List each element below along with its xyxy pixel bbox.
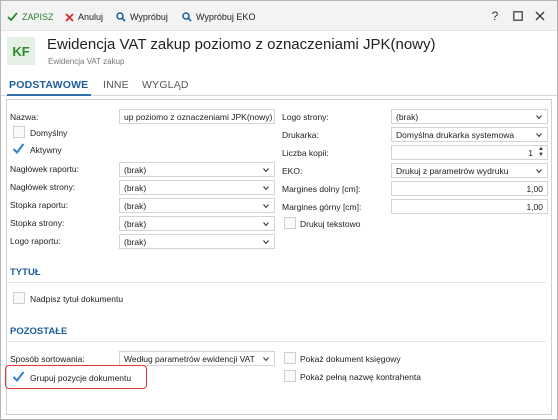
chevron-down-icon (263, 357, 269, 362)
chevron-down-icon (536, 115, 542, 120)
maximize-button[interactable] (510, 8, 526, 24)
test-eko-button[interactable]: Wypróbuj EKO (182, 10, 255, 24)
tab-basic[interactable]: PODSTAWOWE (9, 79, 88, 91)
print-title-checkbox[interactable] (13, 292, 25, 304)
active-tab-indicator (7, 94, 91, 96)
highlight-box (5, 365, 147, 389)
eko-select[interactable]: Drukuj z parametrów wydruku (391, 163, 548, 178)
page-title: Ewidencja VAT zakup poziomo z oznaczenia… (47, 36, 436, 53)
margin-bottom-label: Margines dolny [cm]: (282, 184, 361, 194)
search-icon (116, 12, 126, 22)
tab-bar: PODSTAWOWE INNE WYGLĄD (1, 76, 557, 96)
active-checkbox[interactable] (12, 142, 25, 155)
other-section-heading: POZOSTAŁE (10, 326, 68, 337)
page-logo-label: Logo strony: (282, 112, 329, 122)
chevron-down-icon (263, 240, 269, 245)
report-logo-select[interactable]: (brak) (119, 234, 275, 249)
chevron-down-icon (263, 168, 269, 173)
show-ledger-checkbox[interactable] (284, 352, 296, 364)
active-label: Aktywny (30, 145, 62, 155)
show-contractor-label: Pokaż pełną nazwę kontrahenta (300, 372, 421, 382)
default-checkbox[interactable] (13, 126, 25, 138)
test-button[interactable]: Wypróbuj (116, 10, 168, 24)
stepper-arrows-icon[interactable]: ▲ ▼ (537, 146, 545, 159)
toolbar: ZAPISZ Anuluj Wypróbuj Wypróbuj EKO ? (1, 1, 557, 31)
divider (6, 341, 546, 342)
chevron-down-icon (536, 169, 542, 174)
page-header-select[interactable]: (brak) (119, 180, 275, 195)
app-logo: KF (7, 37, 35, 65)
test-label: Wypróbuj (130, 12, 168, 22)
margin-top-label: Margines górny [cm]: (282, 202, 362, 212)
page-footer-label: Stopka strony: (10, 218, 65, 228)
tab-other[interactable]: INNE (103, 79, 129, 91)
cancel-button[interactable]: Anuluj (65, 10, 103, 24)
page-subtitle: Ewidencja VAT zakup (48, 57, 125, 66)
page-logo-select[interactable]: (brak) (391, 109, 548, 124)
name-field[interactable]: up poziomo z oznaczeniami JPK(nowy) (119, 109, 275, 124)
search-icon (182, 12, 192, 22)
chevron-down-icon (263, 222, 269, 227)
show-contractor-checkbox[interactable] (284, 370, 296, 382)
dialog-window: ZAPISZ Anuluj Wypróbuj Wypróbuj EKO ? KF… (0, 0, 558, 420)
page-footer-select[interactable]: (brak) (119, 216, 275, 231)
save-button[interactable]: ZAPISZ (7, 10, 54, 24)
report-logo-label: Logo raportu: (10, 236, 61, 246)
show-ledger-label: Pokaż dokument księgowy (300, 354, 401, 364)
divider (6, 282, 546, 283)
chevron-down-icon (536, 133, 542, 138)
default-label: Domyślny (30, 128, 68, 138)
chevron-down-icon (263, 204, 269, 209)
save-label: ZAPISZ (22, 12, 54, 22)
text-print-label: Drukuj tekstowo (300, 219, 361, 229)
print-title-label: Nadpisz tytuł dokumentu (30, 294, 124, 304)
maximize-icon (513, 11, 523, 21)
report-footer-label: Stopka raportu: (10, 200, 69, 210)
report-header-label: Nagłówek raportu: (10, 164, 79, 174)
margin-bottom-field[interactable]: 1,00 (391, 181, 548, 196)
close-icon (535, 11, 545, 21)
close-window-button[interactable] (532, 8, 548, 24)
margin-top-field[interactable]: 1,00 (391, 199, 548, 214)
copies-stepper[interactable]: 1 ▲ ▼ (391, 145, 548, 160)
printer-label: Drukarka: (282, 130, 319, 140)
cancel-label: Anuluj (78, 12, 104, 22)
help-button[interactable]: ? (487, 8, 503, 24)
text-print-checkbox[interactable] (284, 217, 296, 229)
close-icon (65, 12, 74, 22)
page-header-label: Nagłówek strony: (10, 182, 76, 192)
report-footer-select[interactable]: (brak) (119, 198, 275, 213)
sort-label: Sposób sortowania: (10, 354, 85, 364)
sort-select[interactable]: Według parametrów ewidencji VAT (119, 351, 275, 366)
title-section-heading: TYTUŁ (10, 267, 41, 278)
eko-label: EKO: (282, 166, 303, 176)
copies-label: Liczba kopii: (282, 148, 329, 158)
name-label: Nazwa: (10, 112, 39, 122)
chevron-down-icon (263, 186, 269, 191)
tab-appearance[interactable]: WYGLĄD (142, 79, 189, 91)
check-icon (7, 12, 18, 22)
report-header-select[interactable]: (brak) (119, 162, 275, 177)
printer-select[interactable]: Domyślna drukarka systemowa (391, 127, 548, 142)
test-eko-label: Wypróbuj EKO (196, 12, 256, 22)
